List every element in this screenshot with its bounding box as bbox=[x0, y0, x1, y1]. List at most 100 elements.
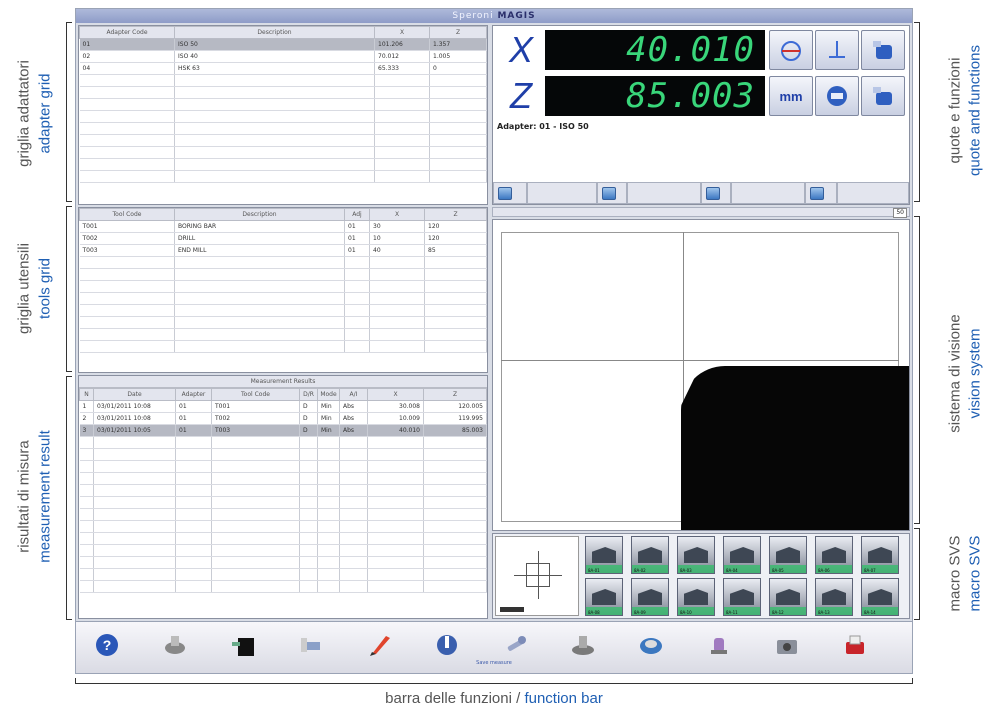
results-col-x[interactable]: X bbox=[367, 388, 424, 401]
cell: T002 bbox=[79, 232, 175, 245]
cell: Abs bbox=[339, 400, 368, 413]
results-col-ai[interactable]: A/I bbox=[339, 388, 368, 401]
view-toolbar-slot-4 bbox=[627, 182, 701, 204]
table-row[interactable]: 01 ISO 50 101.206 1.357 bbox=[79, 38, 487, 51]
table-row[interactable]: T002 DRILL 01 10 120 bbox=[79, 232, 487, 245]
results-col-mode[interactable]: Mode bbox=[317, 388, 340, 401]
cell: 119.995 bbox=[423, 412, 487, 425]
edit-button[interactable] bbox=[364, 630, 394, 660]
circle-measure-button[interactable] bbox=[769, 30, 813, 70]
cell: 03/01/2011 10:08 bbox=[93, 412, 176, 425]
cell: 01 bbox=[175, 400, 212, 413]
cell: 3 bbox=[79, 424, 94, 437]
table-row[interactable]: T003 END MILL 01 40 85 bbox=[79, 244, 487, 257]
tool-shape-button[interactable] bbox=[861, 30, 905, 70]
tools-col-description[interactable]: Description bbox=[174, 208, 345, 221]
macro-button-5[interactable]: 8A-05 bbox=[769, 536, 807, 574]
view-icon bbox=[602, 187, 616, 200]
probe-button[interactable] bbox=[296, 630, 326, 660]
measurement-results-title: Measurement Results bbox=[79, 376, 487, 388]
table-row[interactable]: 1 03/01/2011 10:08 01 T001 D Min Abs 30.… bbox=[79, 400, 487, 413]
view-toolbar-slot-2 bbox=[527, 182, 597, 204]
results-col-z[interactable]: Z bbox=[423, 388, 487, 401]
printer-button[interactable] bbox=[840, 630, 870, 660]
cup-button[interactable] bbox=[636, 630, 666, 660]
view-toolbar-slot-6 bbox=[731, 182, 805, 204]
help-button[interactable]: ? bbox=[92, 630, 122, 660]
view-icon bbox=[706, 187, 720, 200]
adapter-bracket bbox=[66, 22, 72, 202]
macro-button-3[interactable]: 8A-03 bbox=[677, 536, 715, 574]
table-row[interactable]: 02 ISO 40 70.012 1.005 bbox=[79, 50, 487, 63]
zoom-field[interactable]: 50 bbox=[893, 208, 907, 218]
cell: 101.206 bbox=[374, 38, 430, 51]
macro-button-10[interactable]: 8A-10 bbox=[677, 578, 715, 616]
empty-row bbox=[79, 568, 487, 581]
dro-panel: X 40.010 Z 85.003 mm Adapter: 01 - ISO 5… bbox=[492, 25, 910, 205]
cell: 03/01/2011 10:08 bbox=[93, 400, 176, 413]
window-title-brand: MAGIS bbox=[497, 11, 536, 21]
cell: DRILL bbox=[174, 232, 345, 245]
empty-row bbox=[79, 256, 487, 269]
table-row[interactable]: 04 HSK 63 65.333 0 bbox=[79, 62, 487, 75]
table-row[interactable]: 3 03/01/2011 10:05 01 T003 D Min Abs 40.… bbox=[79, 424, 487, 437]
macro-button-14[interactable]: 8A-14 bbox=[861, 578, 899, 616]
adapter-col-z[interactable]: Z bbox=[429, 26, 487, 39]
cell: 01 bbox=[175, 412, 212, 425]
view-toolbar-slot-1[interactable] bbox=[493, 182, 527, 204]
results-col-dr[interactable]: D/R bbox=[299, 388, 318, 401]
tool-holder-button-bar[interactable] bbox=[568, 630, 598, 660]
cell: Min bbox=[317, 412, 340, 425]
adapter-col-description[interactable]: Description bbox=[174, 26, 375, 39]
macro-button-6[interactable]: 8A-06 bbox=[815, 536, 853, 574]
gripper-button[interactable] bbox=[704, 630, 734, 660]
macro-button-9[interactable]: 8A-09 bbox=[631, 578, 669, 616]
view-toolbar-slot-7[interactable] bbox=[805, 182, 837, 204]
tools-col-adj[interactable]: Adj bbox=[344, 208, 370, 221]
macro-button-7[interactable]: 8A-07 bbox=[861, 536, 899, 574]
macro-button-2[interactable]: 8A-02 bbox=[631, 536, 669, 574]
results-col-n[interactable]: N bbox=[79, 388, 94, 401]
spindle-button[interactable] bbox=[160, 630, 190, 660]
help-icon: ? bbox=[96, 634, 118, 656]
cell: 120.005 bbox=[423, 400, 487, 413]
annotation-macro-en: macro SVS bbox=[966, 535, 984, 612]
wrench-button[interactable] bbox=[500, 630, 530, 660]
view-toolbar-slot-5[interactable] bbox=[701, 182, 731, 204]
table-row[interactable]: T001 BORING BAR 01 30 120 bbox=[79, 220, 487, 233]
macro-button-4[interactable]: 8A-04 bbox=[723, 536, 761, 574]
offset-button[interactable] bbox=[815, 76, 859, 116]
adapter-col-code[interactable]: Adapter Code bbox=[79, 26, 175, 39]
cell: T003 bbox=[211, 424, 300, 437]
tools-col-x[interactable]: X bbox=[369, 208, 425, 221]
results-col-date[interactable]: Date bbox=[93, 388, 176, 401]
tools-bracket bbox=[66, 206, 72, 372]
view-toolbar-slot-3[interactable] bbox=[597, 182, 627, 204]
x-axis-label: X bbox=[508, 29, 533, 70]
table-row[interactable]: 2 03/01/2011 10:08 01 T002 D Min Abs 10.… bbox=[79, 412, 487, 425]
empty-row bbox=[79, 98, 487, 111]
mm-units-button[interactable]: mm bbox=[769, 76, 813, 116]
macro-button-11[interactable]: 8A-11 bbox=[723, 578, 761, 616]
annotation-vision-en: vision system bbox=[966, 328, 984, 419]
perpendicular-button[interactable] bbox=[815, 30, 859, 70]
macro-button-13[interactable]: 8A-13 bbox=[815, 578, 853, 616]
results-col-tool-code[interactable]: Tool Code bbox=[211, 388, 300, 401]
tools-col-code[interactable]: Tool Code bbox=[79, 208, 175, 221]
results-col-adapter[interactable]: Adapter bbox=[175, 388, 212, 401]
camera-button[interactable] bbox=[772, 630, 802, 660]
cell: 70.012 bbox=[374, 50, 430, 63]
measure-button[interactable] bbox=[432, 630, 462, 660]
cell: Min bbox=[317, 424, 340, 437]
macro-button-8[interactable]: 8A-08 bbox=[585, 578, 623, 616]
annotation-results-en: measurement result bbox=[36, 430, 54, 563]
adapter-col-x[interactable]: X bbox=[374, 26, 430, 39]
adapter-button[interactable] bbox=[228, 630, 258, 660]
vision-system-view[interactable] bbox=[492, 219, 910, 531]
macro-button-1[interactable]: 8A-01 bbox=[585, 536, 623, 574]
mm-units-label: mm bbox=[779, 88, 803, 104]
macro-button-12[interactable]: 8A-12 bbox=[769, 578, 807, 616]
empty-row bbox=[79, 448, 487, 461]
tool-holder-button[interactable] bbox=[861, 76, 905, 116]
tools-col-z[interactable]: Z bbox=[424, 208, 487, 221]
